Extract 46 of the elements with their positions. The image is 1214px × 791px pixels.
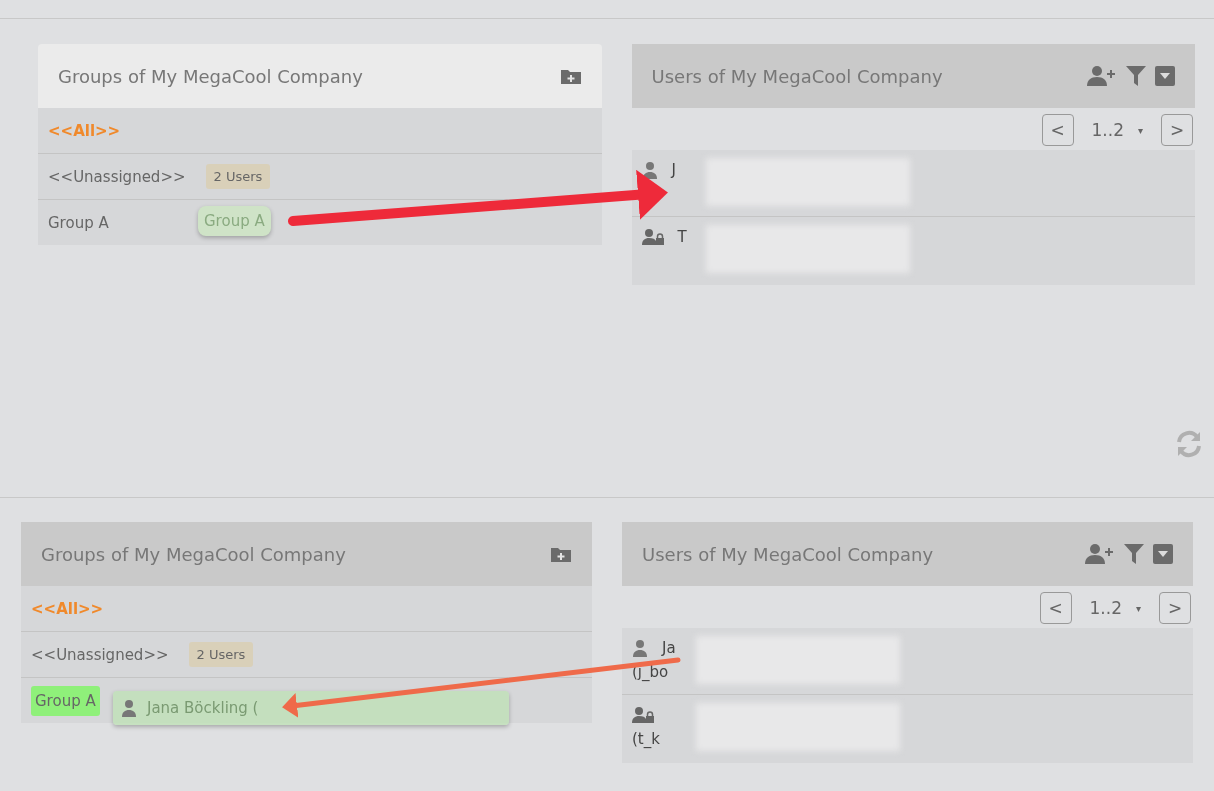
- group-label: <<All>>: [48, 121, 121, 140]
- filter-icon[interactable]: [1126, 65, 1146, 87]
- dropdown-icon[interactable]: [1153, 544, 1173, 564]
- user-item[interactable]: (t_k: [622, 695, 1193, 763]
- user-login: (t_k: [632, 730, 660, 748]
- folder-plus-icon[interactable]: [550, 545, 572, 563]
- dropdown-icon[interactable]: [1155, 66, 1175, 86]
- group-item[interactable]: <<Unassigned>> 2 Users: [21, 632, 592, 678]
- group-label: <<Unassigned>>: [48, 167, 186, 186]
- add-user-icon[interactable]: [1085, 543, 1115, 565]
- user-lock-icon: [632, 707, 654, 723]
- user-name: J: [671, 161, 676, 179]
- filter-icon[interactable]: [1124, 543, 1144, 565]
- group-label: Group A: [31, 685, 100, 716]
- drag-ghost-text: Jana Böckling (: [147, 699, 259, 717]
- add-user-icon[interactable]: [1087, 65, 1117, 87]
- panel-title: Groups of My MegaCool Company: [58, 65, 363, 87]
- next-page-button[interactable]: >: [1159, 592, 1191, 624]
- user-item[interactable]: Ja (j_bo: [622, 628, 1193, 695]
- user-icon: [121, 699, 137, 717]
- user-count-badge: 2 Users: [188, 642, 254, 667]
- user-icon: [632, 639, 648, 657]
- panel-title: Users of My MegaCool Company: [642, 543, 934, 565]
- previous-page-button[interactable]: <: [1039, 592, 1072, 624]
- refresh-icon[interactable]: [1174, 429, 1204, 459]
- group-label: <<Unassigned>>: [31, 645, 169, 664]
- user-login: (j_bo: [632, 663, 669, 681]
- user-count-badge: 2 Users: [205, 164, 271, 189]
- page-select[interactable]: 1..2 ▾: [1079, 598, 1151, 618]
- group-label: Group A: [48, 213, 109, 232]
- panel-title: Groups of My MegaCool Company: [41, 543, 346, 565]
- previous-page-button[interactable]: <: [1041, 114, 1074, 146]
- panel-title: Users of My MegaCool Company: [651, 65, 943, 87]
- group-item[interactable]: <<Unassigned>> 2 Users: [38, 154, 602, 200]
- user-lock-icon: [641, 229, 664, 245]
- user-item[interactable]: J: [631, 150, 1195, 217]
- page-select[interactable]: 1..2 ▾: [1081, 120, 1153, 140]
- user-icon: [641, 161, 658, 179]
- user-name: Ja: [662, 639, 676, 657]
- group-label: <<All>>: [31, 599, 104, 618]
- user-name: T: [677, 228, 687, 246]
- next-page-button[interactable]: >: [1161, 114, 1193, 146]
- drag-ghost: Group A: [198, 206, 271, 236]
- group-item[interactable]: Group A Jana Böckling (: [21, 678, 592, 723]
- folder-plus-icon[interactable]: [559, 67, 582, 85]
- user-item[interactable]: T: [631, 217, 1195, 285]
